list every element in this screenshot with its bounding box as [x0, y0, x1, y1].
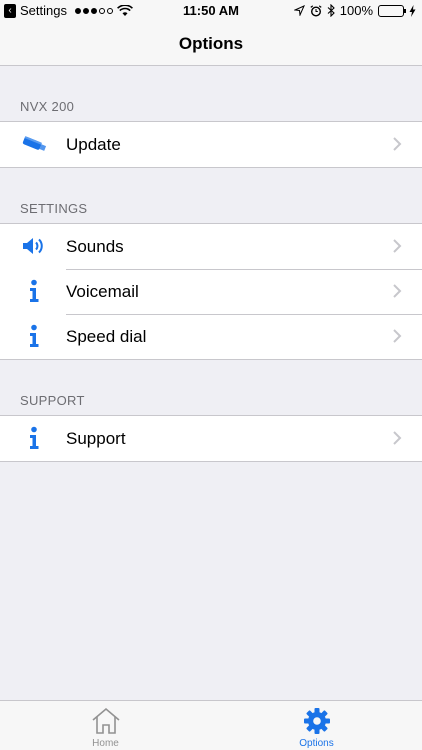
row-update-label: Update	[66, 134, 121, 154]
tab-options-label: Options	[299, 738, 334, 749]
bluetooth-icon	[327, 4, 335, 17]
chevron-right-icon	[393, 239, 402, 253]
status-bar: ‹ Settings 11:50 AM 100%	[0, 0, 422, 22]
row-speed-dial-label: Speed dial	[66, 326, 147, 346]
tab-home-label: Home	[92, 738, 119, 749]
row-update[interactable]: Update	[0, 122, 422, 167]
status-right: 100%	[293, 3, 416, 18]
group-nvx200: Update	[0, 121, 422, 168]
location-arrow-icon	[293, 5, 305, 16]
row-support[interactable]: Support	[0, 416, 422, 461]
battery-icon	[378, 4, 406, 17]
section-header-settings: SETTINGS	[20, 201, 88, 216]
row-support-label: Support	[66, 428, 126, 448]
gear-icon	[303, 708, 330, 734]
charging-bolt-icon	[409, 4, 416, 17]
row-voicemail-label: Voicemail	[66, 281, 139, 301]
usb-stick-icon	[20, 132, 48, 156]
info-icon	[20, 426, 48, 450]
tab-home[interactable]: Home	[0, 701, 211, 750]
row-voicemail[interactable]: Voicemail	[0, 269, 422, 314]
group-settings: Sounds Voicemail Speed dial	[0, 223, 422, 360]
row-speed-dial[interactable]: Speed dial	[0, 314, 422, 359]
speaker-icon	[20, 234, 48, 258]
section-header-support: SUPPORT	[20, 393, 85, 408]
home-icon	[91, 707, 120, 734]
battery-percent: 100%	[339, 3, 373, 18]
info-icon	[20, 324, 48, 348]
chevron-right-icon	[393, 329, 402, 343]
alarm-clock-icon	[310, 4, 322, 17]
page-title: Options	[178, 33, 244, 53]
chevron-right-icon	[393, 431, 402, 445]
tab-bar: Home Options	[0, 700, 422, 750]
section-header-nvx200: NVX 200	[20, 99, 75, 114]
tab-options[interactable]: Options	[211, 701, 422, 750]
row-sounds[interactable]: Sounds	[0, 224, 422, 269]
chevron-right-icon	[393, 284, 402, 298]
chevron-right-icon	[393, 137, 402, 151]
info-icon	[20, 279, 48, 303]
navigation-bar: Options	[0, 22, 422, 66]
row-sounds-label: Sounds	[66, 236, 124, 256]
group-support: Support	[0, 415, 422, 462]
